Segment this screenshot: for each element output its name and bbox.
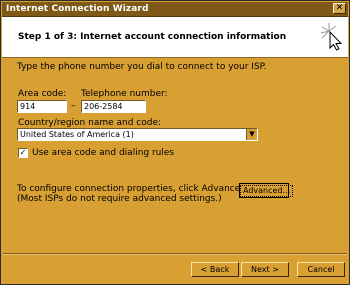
wizard-header: Step 1 of 3: Internet account connection… bbox=[2, 17, 348, 58]
advanced-button-label: Advanced... bbox=[240, 185, 294, 197]
next-button[interactable]: Next > bbox=[241, 262, 289, 277]
instruction-text: Type the phone number you dial to connec… bbox=[17, 62, 267, 72]
country-selected-value: United States of America (1) bbox=[20, 130, 134, 139]
dash-separator: – bbox=[71, 101, 76, 111]
use-area-code-checkbox[interactable]: ✓ bbox=[18, 148, 28, 158]
advanced-note-line2: (Most ISPs do not require advanced setti… bbox=[17, 194, 222, 204]
area-code-label: Area code: bbox=[18, 89, 67, 99]
wizard-content: Type the phone number you dial to connec… bbox=[1, 59, 350, 254]
window-title: Internet Connection Wizard bbox=[6, 4, 149, 14]
area-code-input[interactable]: 914 bbox=[17, 100, 67, 113]
step-title: Step 1 of 3: Internet account connection… bbox=[18, 32, 287, 42]
wizard-window: Internet Connection Wizard ✕ Step 1 of 3… bbox=[0, 0, 350, 285]
close-icon: ✕ bbox=[335, 3, 344, 13]
advanced-button[interactable]: Advanced... bbox=[239, 183, 294, 198]
country-select[interactable]: United States of America (1) ▼ bbox=[17, 128, 258, 141]
back-button[interactable]: < Back bbox=[191, 262, 239, 277]
footer-divider bbox=[3, 253, 347, 255]
wizard-wand-icon bbox=[320, 23, 343, 51]
use-area-code-label[interactable]: Use area code and dialing rules bbox=[32, 148, 174, 158]
checkmark-icon: ✓ bbox=[19, 148, 27, 157]
country-label: Country/region name and code: bbox=[18, 118, 162, 128]
close-button[interactable]: ✕ bbox=[333, 3, 346, 14]
telephone-label: Telephone number: bbox=[81, 89, 168, 99]
advanced-note-line1: To configure connection properties, clic… bbox=[17, 184, 249, 194]
title-bar[interactable]: Internet Connection Wizard ✕ bbox=[2, 2, 348, 17]
telephone-number-input[interactable]: 206-2584 bbox=[81, 100, 146, 113]
cancel-button[interactable]: Cancel bbox=[297, 262, 345, 277]
chevron-down-icon[interactable]: ▼ bbox=[246, 129, 257, 140]
wizard-footer: < Back Next > Cancel bbox=[1, 257, 350, 285]
